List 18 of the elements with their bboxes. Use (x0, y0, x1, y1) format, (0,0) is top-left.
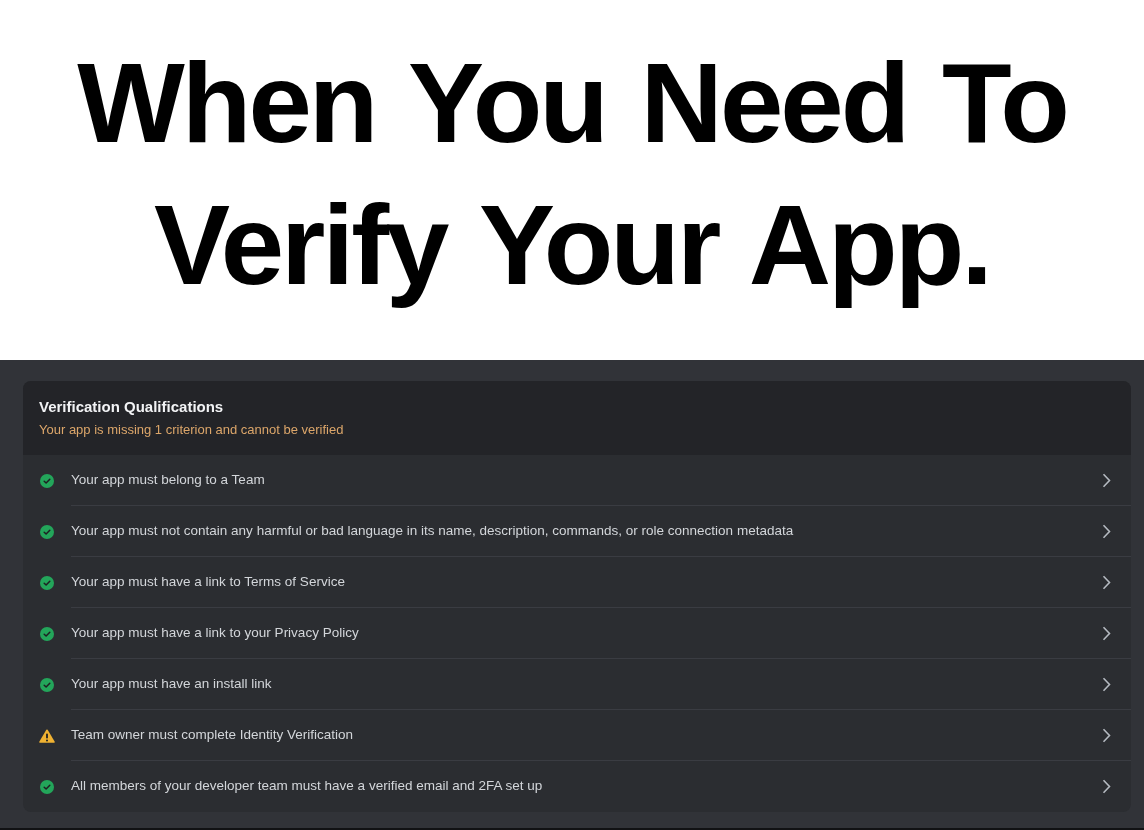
chevron-right-icon[interactable] (1102, 676, 1111, 692)
caption-line: Verify Your App. (153, 180, 991, 310)
chevron-right-icon[interactable] (1102, 523, 1111, 539)
chevron-right-icon[interactable] (1102, 472, 1111, 488)
criterion-link[interactable]: All members of your developer team must have a verified email and 2FA set up (71, 778, 543, 794)
criterion-link[interactable]: Your app must have a link to Terms of Service (71, 573, 345, 589)
caption-line: When You Need To (77, 38, 1067, 168)
criterion-link[interactable]: Your app must have a link to your Privacy Policy (71, 624, 359, 640)
criterion-link[interactable]: Your app must belong to a Team (71, 471, 265, 487)
chevron-right-icon[interactable] (1102, 625, 1111, 641)
chevron-right-icon[interactable] (1102, 779, 1111, 794)
chevron-right-icon[interactable] (1102, 727, 1111, 743)
card-title: Verification Qualifications (39, 398, 225, 416)
card-subtitle: Your app is missing 1 criterion and cannot be verified (39, 422, 345, 438)
criterion-link[interactable]: Your app must have an install link (71, 675, 272, 691)
chevron-right-icon[interactable] (1102, 574, 1111, 590)
criterion-link[interactable]: Team owner must complete Identity Verification (71, 726, 354, 742)
criterion-link[interactable]: Your app must not contain any harmful or bad language in its name, description, commands, or role connection metadata (71, 522, 794, 538)
